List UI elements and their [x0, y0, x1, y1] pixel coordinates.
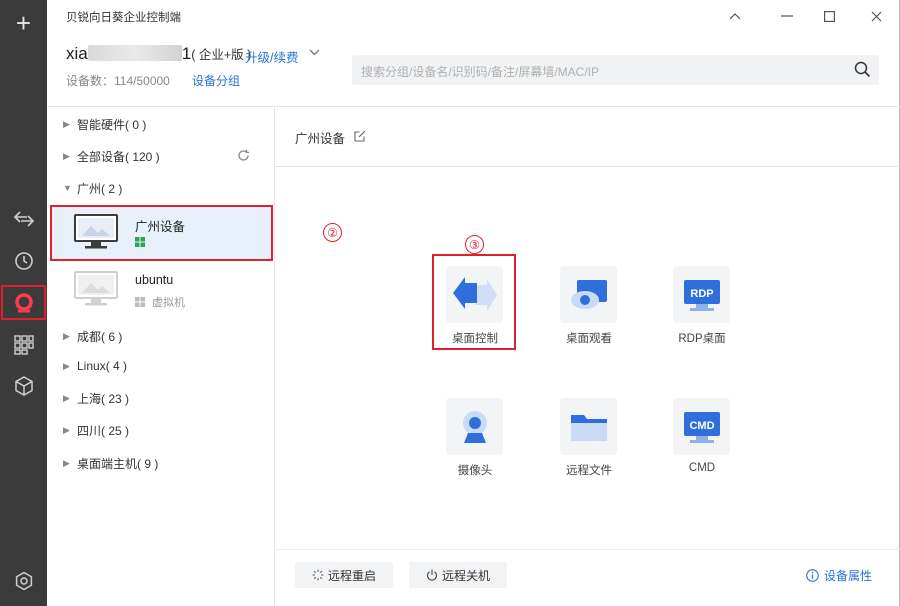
minimize-button[interactable]	[777, 6, 797, 26]
edit-icon[interactable]	[354, 130, 366, 145]
upgrade-link[interactable]: 升级/续费	[245, 47, 298, 66]
cmd-icon: CMD	[673, 398, 730, 455]
account-header: xia 1( 企业+版 ) 升级/续费 设备数：114/50000 设备分组 搜索…	[47, 32, 900, 106]
annotation-2: ②	[323, 223, 342, 242]
info-icon	[806, 569, 819, 582]
expand-arrow-icon[interactable]: ▶	[63, 458, 77, 469]
rdp-icon: RDP	[673, 266, 730, 323]
annotation-box-2	[50, 205, 273, 261]
tree-node-label: 广州( 2 )	[77, 181, 123, 196]
tree-node-guangzhou[interactable]: ▼ 广州( 2 )	[63, 178, 122, 198]
tree-node-label: 全部设备( 120 )	[77, 149, 160, 164]
tree-node-label: 成都( 6 )	[77, 329, 123, 344]
account-name: xia 1( 企业+版 )	[66, 44, 251, 64]
tree-node-all-devices[interactable]: ▶ 全部设备( 120 )	[63, 146, 160, 166]
chevron-down-icon[interactable]	[309, 45, 320, 59]
device-row-ubuntu[interactable]: ubuntu 虚拟机	[50, 262, 273, 318]
loading-icon	[312, 569, 324, 581]
tree-node-desktop-host[interactable]: ▶ 桌面端主机( 9 )	[63, 453, 158, 473]
expand-arrow-icon[interactable]: ▶	[63, 151, 77, 162]
title-bar: 贝锐向日葵企业控制端	[47, 0, 900, 32]
camera-label: 摄像头	[457, 465, 493, 477]
cmd-label: CMD	[688, 462, 716, 474]
device-properties-label: 设备属性	[824, 569, 873, 583]
monitor-icon	[74, 271, 118, 307]
expand-arrow-icon[interactable]: ▶	[63, 425, 77, 436]
tree-node-sichuan[interactable]: ▶ 四川( 25 )	[63, 420, 129, 440]
rdp-desktop-label: RDP桌面	[678, 333, 726, 345]
tree-node-label: 智能硬件( 0 )	[77, 117, 147, 132]
desktop-view-button[interactable]: 桌面观看	[549, 266, 629, 350]
settings-icon[interactable]	[8, 565, 39, 596]
close-button[interactable]	[866, 6, 886, 26]
device-name: ubuntu	[135, 273, 174, 287]
device-group-link[interactable]: 设备分组	[192, 72, 240, 89]
remote-shutdown-label: 远程关机	[441, 568, 490, 583]
tree-node-shanghai[interactable]: ▶ 上海( 23 )	[63, 388, 129, 408]
desktop-view-icon	[560, 266, 617, 323]
device-list-icon[interactable]	[8, 287, 39, 318]
search-icon[interactable]	[854, 61, 871, 81]
cmd-button[interactable]: CMD CMD	[662, 398, 742, 482]
tree-node-linux[interactable]: ▶ Linux( 4 )	[63, 356, 127, 376]
edition-label: ( 企业+版 )	[191, 48, 252, 62]
search-input[interactable]: 搜索分组/设备名/识别码/备注/屏幕墙/MAC/IP	[352, 55, 879, 85]
footer-divider	[275, 549, 900, 550]
expand-arrow-icon[interactable]: ▶	[63, 361, 77, 372]
pane-divider	[274, 106, 275, 606]
tree-node-label: 桌面端主机( 9 )	[77, 456, 159, 471]
tree-node-chengdu[interactable]: ▶ 成都( 6 )	[63, 326, 122, 346]
apps-icon[interactable]	[8, 329, 39, 360]
collapse-arrow-icon[interactable]: ▼	[63, 183, 77, 193]
cmd-icon-text: CMD	[689, 420, 714, 432]
annotation-3: ③	[465, 235, 484, 254]
app-title: 贝锐向日葵企业控制端	[66, 12, 181, 24]
remote-restart-button[interactable]: 远程重启	[295, 562, 393, 588]
tree-node-label: 上海( 23 )	[77, 391, 130, 406]
remote-file-label: 远程文件	[566, 465, 612, 477]
main-window: 贝锐向日葵企业控制端 xia 1( 企业+版 ) 升级/续费 设备数：114/50…	[47, 0, 900, 606]
add-icon[interactable]: +	[8, 8, 39, 39]
tree-node-smart-hardware[interactable]: ▶ 智能硬件( 0 )	[63, 114, 146, 134]
device-properties-link[interactable]: 设备属性	[806, 567, 872, 584]
maximize-button[interactable]	[819, 6, 839, 26]
collapse-button[interactable]	[725, 6, 745, 26]
refresh-icon[interactable]	[237, 149, 250, 165]
camera-icon	[446, 398, 503, 455]
rdp-desktop-button[interactable]: RDP RDP桌面	[662, 266, 742, 350]
tree-node-label: Linux( 4 )	[77, 359, 128, 373]
side-rail: + ①	[0, 0, 69, 606]
detail-divider	[275, 166, 900, 167]
folder-icon	[560, 398, 617, 455]
expand-arrow-icon[interactable]: ▶	[63, 331, 77, 342]
power-icon	[426, 569, 437, 581]
remote-restart-label: 远程重启	[327, 568, 376, 583]
desktop-view-label: 桌面观看	[566, 333, 612, 345]
cube-icon[interactable]	[8, 370, 39, 401]
annotation-box-3	[432, 254, 516, 350]
device-detail-header: 广州设备	[295, 128, 366, 147]
camera-button[interactable]: 摄像头	[435, 398, 515, 482]
virtual-machine-label: 虚拟机	[152, 297, 185, 309]
history-icon[interactable]	[8, 245, 39, 276]
expand-arrow-icon[interactable]: ▶	[63, 393, 77, 404]
remote-switch-icon[interactable]	[8, 203, 39, 234]
remote-file-button[interactable]: 远程文件	[549, 398, 629, 482]
expand-arrow-icon[interactable]: ▶	[63, 119, 77, 130]
blurred-account-name	[87, 45, 182, 61]
search-placeholder: 搜索分组/设备名/识别码/备注/屏幕墙/MAC/IP	[361, 65, 600, 79]
account-name-prefix: xia	[66, 44, 88, 63]
windows-icon	[135, 297, 145, 307]
device-subtitle: 虚拟机	[135, 294, 185, 310]
remote-shutdown-button[interactable]: 远程关机	[409, 562, 507, 588]
tree-node-label: 四川( 25 )	[77, 423, 130, 438]
account-name-suffix: 1	[181, 44, 192, 63]
device-detail-title: 广州设备	[295, 132, 346, 146]
device-count: 设备数：114/50000	[66, 74, 170, 88]
rdp-icon-text: RDP	[690, 288, 713, 300]
